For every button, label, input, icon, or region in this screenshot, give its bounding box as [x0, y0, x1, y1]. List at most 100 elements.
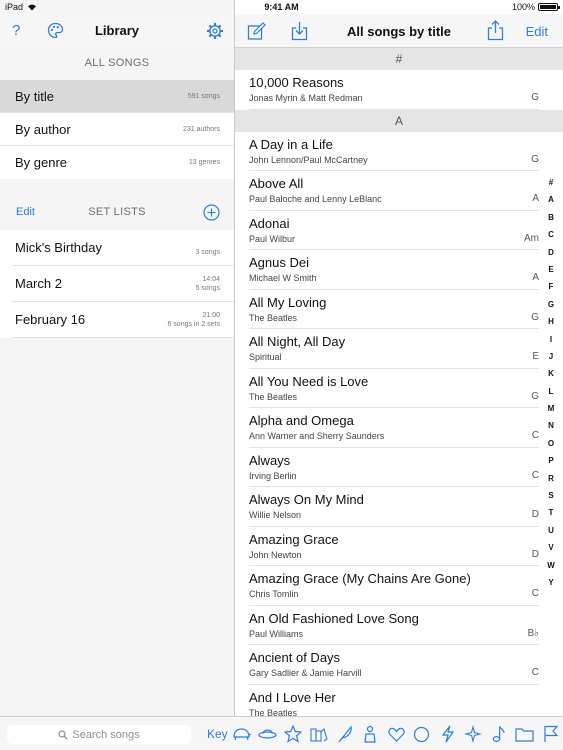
song-author: John Newton	[249, 549, 302, 560]
song-author: Irving Berlin	[249, 470, 297, 481]
lightning-icon[interactable]	[438, 723, 457, 745]
index-letter[interactable]: Y	[545, 578, 557, 595]
song-row[interactable]: Above All Paul Baloche and Lenny LeBlanc A	[249, 171, 539, 211]
flag-icon[interactable]	[541, 723, 560, 745]
index-letter[interactable]: V	[545, 543, 557, 560]
index-letter[interactable]: #	[545, 178, 557, 195]
song-key: Am	[524, 232, 539, 244]
sidebar-item-count: 231 authors	[183, 125, 220, 133]
setlist-item[interactable]: March 2 14:04 5 songs	[12, 266, 234, 302]
song-row[interactable]: All My Loving The Beatles G	[249, 290, 539, 329]
song-row[interactable]: Ancient of Days Gary Sadlier & Jamie Harv…	[249, 645, 539, 685]
index-letter[interactable]: C	[545, 230, 557, 247]
song-title: Always On My Mind	[249, 492, 364, 507]
index-letter[interactable]: H	[545, 317, 557, 334]
song-key: E	[532, 351, 539, 362]
song-row[interactable]: An Old Fashioned Love Song Paul Williams B…	[249, 606, 539, 645]
index-letter[interactable]: W	[545, 561, 557, 578]
song-title: Amazing Grace	[249, 531, 339, 547]
song-row[interactable]: Alpha and Omega Ann Warner and Sherry Sau…	[249, 408, 539, 448]
sidebar-item-by-title[interactable]: By title 591 songs	[0, 80, 234, 113]
index-letter[interactable]: I	[545, 335, 557, 352]
song-key: D	[531, 509, 539, 520]
gear-icon[interactable]	[206, 22, 224, 40]
song-author: Michael W Smith	[249, 273, 317, 283]
song-key: G	[531, 311, 539, 323]
library-filter-list: By title 591 songs By author 231 authors…	[0, 80, 234, 179]
song-title: Agnus Dei	[249, 255, 309, 270]
song-row[interactable]: 10,000 Reasons Jonas Myrin & Matt Redman G	[249, 70, 539, 110]
status-time: 9:41 AM	[264, 2, 299, 12]
index-letter[interactable]: T	[545, 508, 557, 525]
circle-icon[interactable]	[412, 723, 431, 745]
song-title: All You Need is Love	[249, 373, 369, 389]
setlist-list: Mick's Birthday 3 songs March 2 14:04 5 s…	[0, 230, 234, 338]
alphabet-index[interactable]: # A B C D E F G H I J K L M N O P R S T U V W Y	[545, 178, 557, 595]
index-letter[interactable]: P	[545, 456, 557, 473]
song-row[interactable]: Amazing Grace (My Chains Are Gone) Chris …	[249, 566, 539, 606]
setlist-meta: 21:00 6 songs in 2 sets	[167, 311, 220, 329]
figure-icon[interactable]	[361, 723, 380, 745]
sidebar-item-by-genre[interactable]: By genre 13 genres	[0, 146, 234, 179]
feather-icon[interactable]	[335, 723, 354, 745]
section-header: A	[235, 109, 563, 132]
index-letter[interactable]: L	[545, 387, 557, 404]
song-key: G	[531, 92, 539, 103]
setlist-item[interactable]: Mick's Birthday 3 songs	[12, 230, 234, 266]
music-note-icon[interactable]	[490, 723, 509, 745]
battery-icon	[538, 3, 560, 11]
song-key: A	[532, 193, 539, 204]
turtle-icon[interactable]	[232, 723, 251, 745]
index-letter[interactable]: S	[545, 491, 557, 508]
song-row[interactable]: Always Irving Berlin C	[249, 448, 539, 487]
heart-icon[interactable]	[387, 723, 406, 745]
setlist-meta: 3 songs	[195, 239, 220, 257]
setlist-name: Mick's Birthday	[15, 240, 103, 255]
song-row[interactable]: Adonai Paul Wilbur Am	[249, 211, 539, 250]
song-row[interactable]: Always On My Mind Willie Nelson D	[249, 487, 539, 527]
song-title: Above All	[249, 176, 304, 191]
index-letter[interactable]: N	[545, 421, 557, 438]
sidebar-item-count: 13 genres	[188, 159, 220, 166]
index-letter[interactable]: D	[545, 248, 557, 265]
song-author: Chris Tomlin	[249, 589, 299, 599]
song-row[interactable]: All Night, All Day Spiritual E	[249, 329, 539, 369]
index-letter[interactable]: R	[545, 474, 557, 491]
library-sidebar: ? Library ALL SONGS By title 591 songs B…	[0, 0, 235, 716]
books-icon[interactable]	[309, 723, 328, 745]
song-title: Adonai	[249, 215, 290, 231]
index-letter[interactable]: O	[545, 439, 557, 456]
index-letter[interactable]: J	[545, 352, 557, 369]
song-row[interactable]: Agnus Dei Michael W Smith A	[249, 250, 539, 290]
song-key: B♭	[527, 627, 539, 639]
sidebar-item-by-author[interactable]: By author 231 authors	[0, 113, 234, 146]
page-title: All songs by title	[346, 24, 451, 39]
setlist-item[interactable]: February 16 21:00 6 songs in 2 sets	[12, 302, 234, 338]
share-icon[interactable]	[487, 20, 504, 41]
index-letter[interactable]: A	[545, 195, 557, 212]
ufo-icon[interactable]	[258, 723, 277, 745]
folder-icon[interactable]	[515, 723, 534, 745]
setlist-name: February 16	[15, 312, 86, 327]
star-icon[interactable]	[284, 723, 303, 745]
sidebar-item-label: By title	[15, 88, 55, 104]
index-letter[interactable]: F	[545, 282, 557, 299]
index-letter[interactable]: B	[545, 213, 557, 230]
key-button[interactable]: Key	[207, 727, 228, 741]
song-key: A	[532, 272, 539, 283]
battery-percent: 100%	[511, 2, 535, 12]
index-letter[interactable]: M	[545, 404, 557, 421]
sidebar-nav-bar: ? Library	[0, 14, 234, 48]
song-row[interactable]: All You Need is Love The Beatles G	[249, 369, 539, 408]
sparkle-icon[interactable]	[464, 723, 483, 745]
song-row[interactable]: Amazing Grace John Newton D	[249, 527, 539, 566]
add-setlist-icon[interactable]	[203, 204, 220, 221]
song-title: Ancient of Days	[249, 650, 341, 665]
index-letter[interactable]: G	[545, 300, 557, 317]
edit-button[interactable]: Edit	[526, 24, 548, 39]
search-input[interactable]: Search songs	[7, 725, 191, 744]
song-row[interactable]: A Day in a Life John Lennon/Paul McCartne…	[249, 132, 539, 171]
index-letter[interactable]: U	[545, 526, 557, 543]
index-letter[interactable]: K	[545, 369, 557, 386]
index-letter[interactable]: E	[545, 265, 557, 282]
